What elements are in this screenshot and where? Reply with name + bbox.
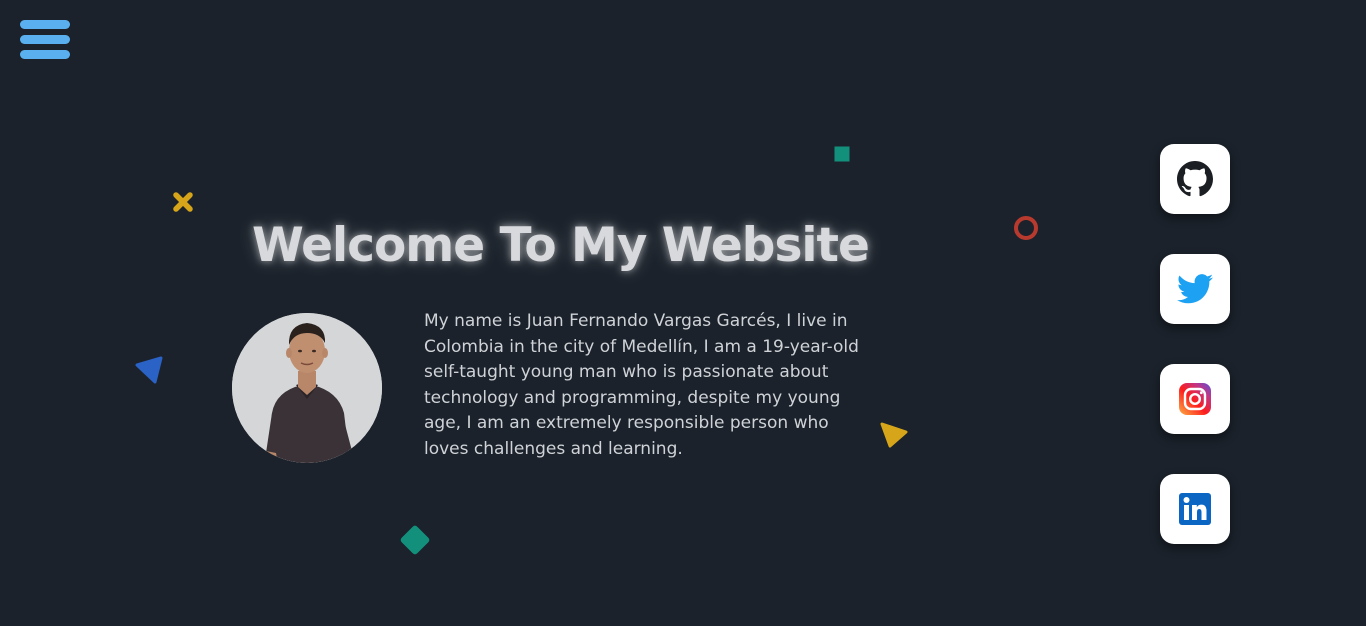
teal-square-shape: [834, 146, 850, 162]
profile-photo: [232, 313, 382, 463]
red-ring-shape: [1014, 216, 1038, 240]
teal-diamond-shape: [400, 525, 430, 555]
menu-bar: [20, 50, 70, 59]
twitter-link-button[interactable]: [1160, 254, 1230, 324]
linkedin-link-button[interactable]: [1160, 474, 1230, 544]
page-title: Welcome To My Website: [252, 218, 870, 273]
instagram-icon: [1179, 383, 1211, 415]
menu-bar: [20, 35, 70, 44]
menu-bar: [20, 20, 70, 29]
yellow-triangle-shape: [880, 422, 908, 448]
page: Welcome To My Website My name is Juan Fe…: [0, 0, 1366, 626]
github-icon: [1177, 161, 1213, 197]
bio-text: My name is Juan Fernando Vargas Garcés, …: [424, 311, 859, 459]
linkedin-icon: [1179, 493, 1211, 525]
instagram-link-button[interactable]: [1160, 364, 1230, 434]
hamburger-menu-icon[interactable]: [20, 20, 70, 60]
yellow-cross-shape: [173, 192, 193, 212]
profile-photo-illustration: [232, 313, 382, 463]
blue-triangle-shape: [135, 356, 163, 384]
twitter-icon: [1177, 274, 1213, 304]
github-link-button[interactable]: [1160, 144, 1230, 214]
